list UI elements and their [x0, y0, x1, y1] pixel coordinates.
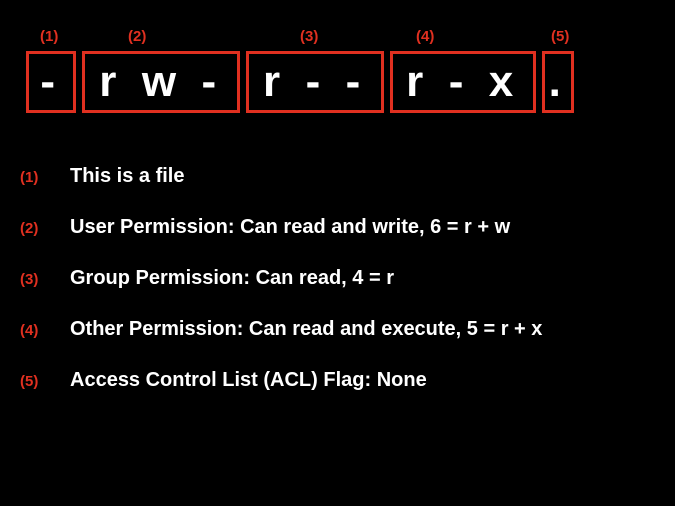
legend-row-2: (2) User Permission: Can read and write,…: [20, 216, 655, 239]
legend-num-1: (1): [20, 169, 70, 186]
box-acl-flag: .: [542, 51, 574, 113]
label-5: (5): [551, 28, 569, 45]
legend-row-5: (5) Access Control List (ACL) Flag: None: [20, 369, 655, 392]
legend-row-4: (4) Other Permission: Can read and execu…: [20, 318, 655, 341]
box-user-perm: r w -: [82, 51, 240, 113]
legend-row-1: (1) This is a file: [20, 165, 655, 188]
legend-text-5: Access Control List (ACL) Flag: None: [70, 369, 427, 392]
legend-num-5: (5): [20, 373, 70, 390]
label-4: (4): [416, 28, 434, 45]
box-filetype: -: [26, 51, 76, 113]
legend-text-3: Group Permission: Can read, 4 = r: [70, 267, 394, 290]
legend-text-4: Other Permission: Can read and execute, …: [70, 318, 542, 341]
legend-num-3: (3): [20, 271, 70, 288]
legend-text-2: User Permission: Can read and write, 6 =…: [70, 216, 510, 239]
box-group-perm: r - -: [246, 51, 384, 113]
legend-row-3: (3) Group Permission: Can read, 4 = r: [20, 267, 655, 290]
label-1: (1): [40, 28, 58, 45]
legend: (1) This is a file (2) User Permission: …: [20, 165, 655, 420]
permission-boxes: - r w - r - - r - x .: [26, 51, 574, 113]
legend-num-2: (2): [20, 220, 70, 237]
label-2: (2): [128, 28, 146, 45]
box-other-perm: r - x: [390, 51, 536, 113]
legend-text-1: This is a file: [70, 165, 184, 188]
label-3: (3): [300, 28, 318, 45]
legend-num-4: (4): [20, 322, 70, 339]
